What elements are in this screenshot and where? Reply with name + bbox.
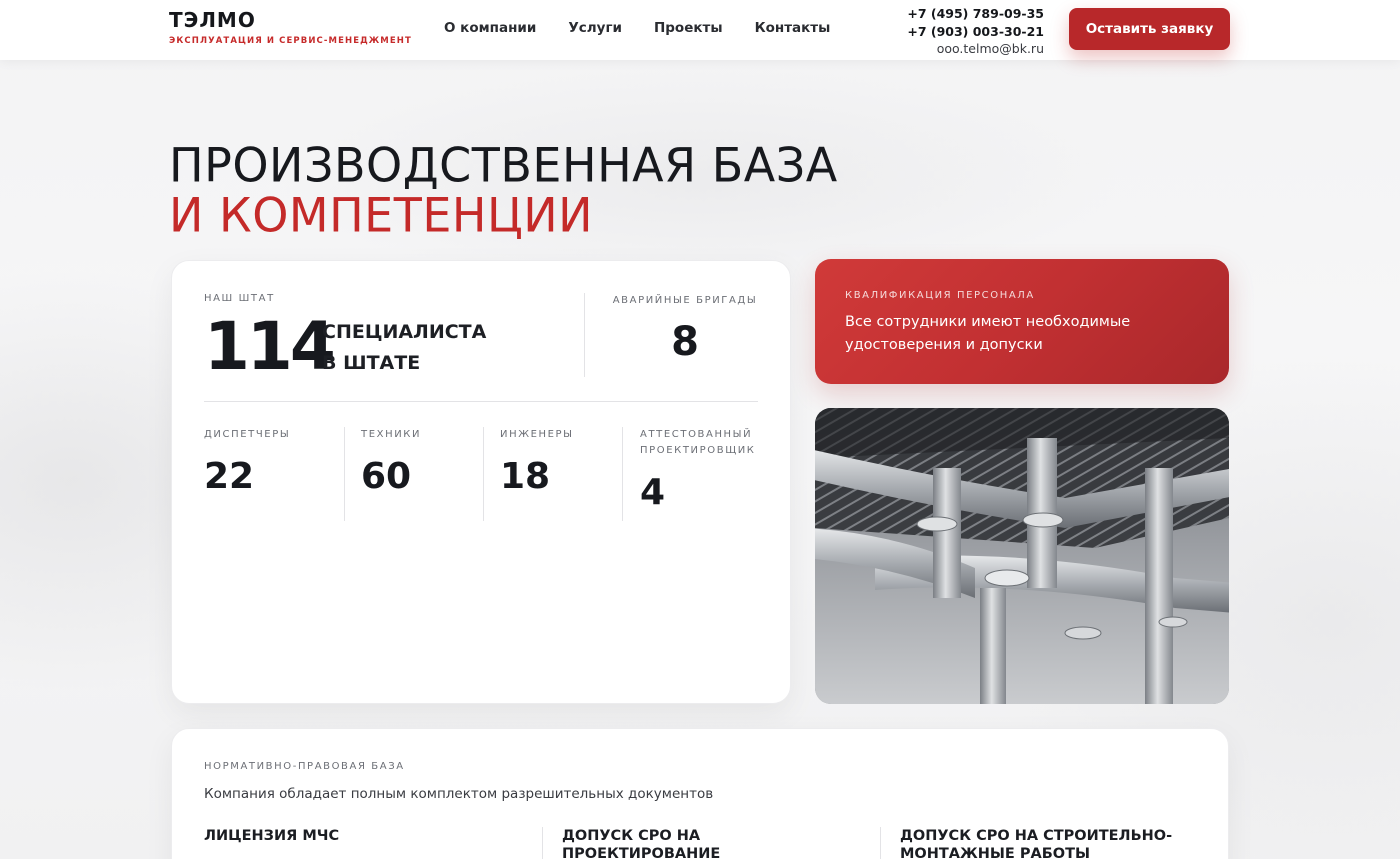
role-stat-engineers: ИНЖЕНЕРЫ 18 — [500, 427, 620, 497]
page-title: ПРОИЗВОДСТВЕННАЯ БАЗА И КОМПЕТЕНЦИИ — [169, 137, 838, 243]
staff-caption-line2: В ШТАТЕ — [322, 352, 421, 374]
header-contacts: +7 (495) 789-09-35 +7 (903) 003-30-21 oo… — [907, 5, 1044, 58]
email-link[interactable]: ooo.telmo@bk.ru — [907, 40, 1044, 58]
page-title-line2: И КОМПЕТЕНЦИИ — [169, 187, 594, 243]
brigades-label: АВАРИЙНЫЕ БРИГАДЫ — [612, 295, 758, 306]
role-value: 18 — [500, 456, 551, 497]
legal-description: Компания обладает полным комплектом разр… — [204, 786, 714, 802]
document-sro-construction: ДОПУСК СРО НА СТРОИТЕЛЬНО-МОНТАЖНЫЕ РАБО… — [900, 828, 1173, 859]
legal-label: НОРМАТИВНО-ПРАВОВАЯ БАЗА — [204, 761, 405, 772]
role-label: ТЕХНИКИ — [361, 429, 422, 440]
divider — [344, 427, 345, 521]
logo[interactable]: ТЭЛМО ЭКСПЛУАТАЦИЯ И СЕРВИС-МЕНЕДЖМЕНТ — [169, 8, 412, 46]
staff-caption-line1: СПЕЦИАЛИСТА — [322, 321, 487, 343]
divider — [880, 827, 881, 859]
main-nav: О компании Услуги Проекты Контакты — [444, 20, 830, 36]
staff-label: НАШ ШТАТ — [204, 293, 275, 304]
role-label: ДИСПЕТЧЕРЫ — [204, 429, 291, 440]
divider — [204, 401, 758, 402]
page-title-line1: ПРОИЗВОДСТВЕННАЯ БАЗА — [169, 137, 838, 193]
ventilation-photo — [815, 408, 1229, 704]
staff-card: НАШ ШТАТ 114 СПЕЦИАЛИСТА В ШТАТЕ АВАРИЙН… — [171, 260, 791, 704]
legal-card: НОРМАТИВНО-ПРАВОВАЯ БАЗА Компания облада… — [171, 728, 1229, 859]
logo-tagline: ЭКСПЛУАТАЦИЯ И СЕРВИС-МЕНЕДЖМЕНТ — [169, 36, 412, 46]
staff-caption: СПЕЦИАЛИСТА В ШТАТЕ — [322, 317, 486, 379]
qualification-card: КВАЛИФИКАЦИЯ ПЕРСОНАЛА Все сотрудники им… — [815, 259, 1229, 384]
role-stat-dispatchers: ДИСПЕТЧЕРЫ 22 — [204, 427, 324, 497]
brigades-value: 8 — [671, 319, 699, 365]
divider — [483, 427, 484, 521]
nav-item-projects[interactable]: Проекты — [654, 20, 723, 36]
role-label: АТТЕСТОВАННЫЙ ПРОЕКТИРОВЩИК — [640, 429, 756, 456]
qualification-label: КВАЛИФИКАЦИЯ ПЕРСОНАЛА — [845, 290, 1035, 301]
role-stat-technicians: ТЕХНИКИ 60 — [361, 427, 481, 497]
divider — [542, 827, 543, 859]
role-value: 60 — [361, 456, 412, 497]
role-label: ИНЖЕНЕРЫ — [500, 429, 574, 440]
request-button[interactable]: Оставить заявку — [1069, 8, 1230, 50]
nav-item-contacts[interactable]: Контакты — [755, 20, 831, 36]
document-sro-design: ДОПУСК СРО НА ПРОЕКТИРОВАНИЕ — [562, 828, 721, 859]
divider — [622, 427, 623, 521]
qualification-text: Все сотрудники имеют необходимые удостов… — [845, 314, 1131, 353]
phone-secondary[interactable]: +7 (903) 003-30-21 — [907, 23, 1044, 41]
role-value: 4 — [640, 472, 666, 513]
role-value: 22 — [204, 456, 255, 497]
nav-item-about[interactable]: О компании — [444, 20, 536, 36]
nav-item-services[interactable]: Услуги — [568, 20, 622, 36]
divider — [584, 293, 585, 377]
logo-name: ТЭЛМО — [169, 8, 256, 32]
staff-total: 114 — [204, 308, 336, 385]
document-mchs-license: ЛИЦЕНЗИЯ МЧС — [204, 828, 340, 844]
role-stat-designer: АТТЕСТОВАННЫЙ ПРОЕКТИРОВЩИК 4 — [640, 427, 770, 513]
site-header: ТЭЛМО ЭКСПЛУАТАЦИЯ И СЕРВИС-МЕНЕДЖМЕНТ О… — [0, 0, 1400, 60]
phone-primary[interactable]: +7 (495) 789-09-35 — [907, 5, 1044, 23]
